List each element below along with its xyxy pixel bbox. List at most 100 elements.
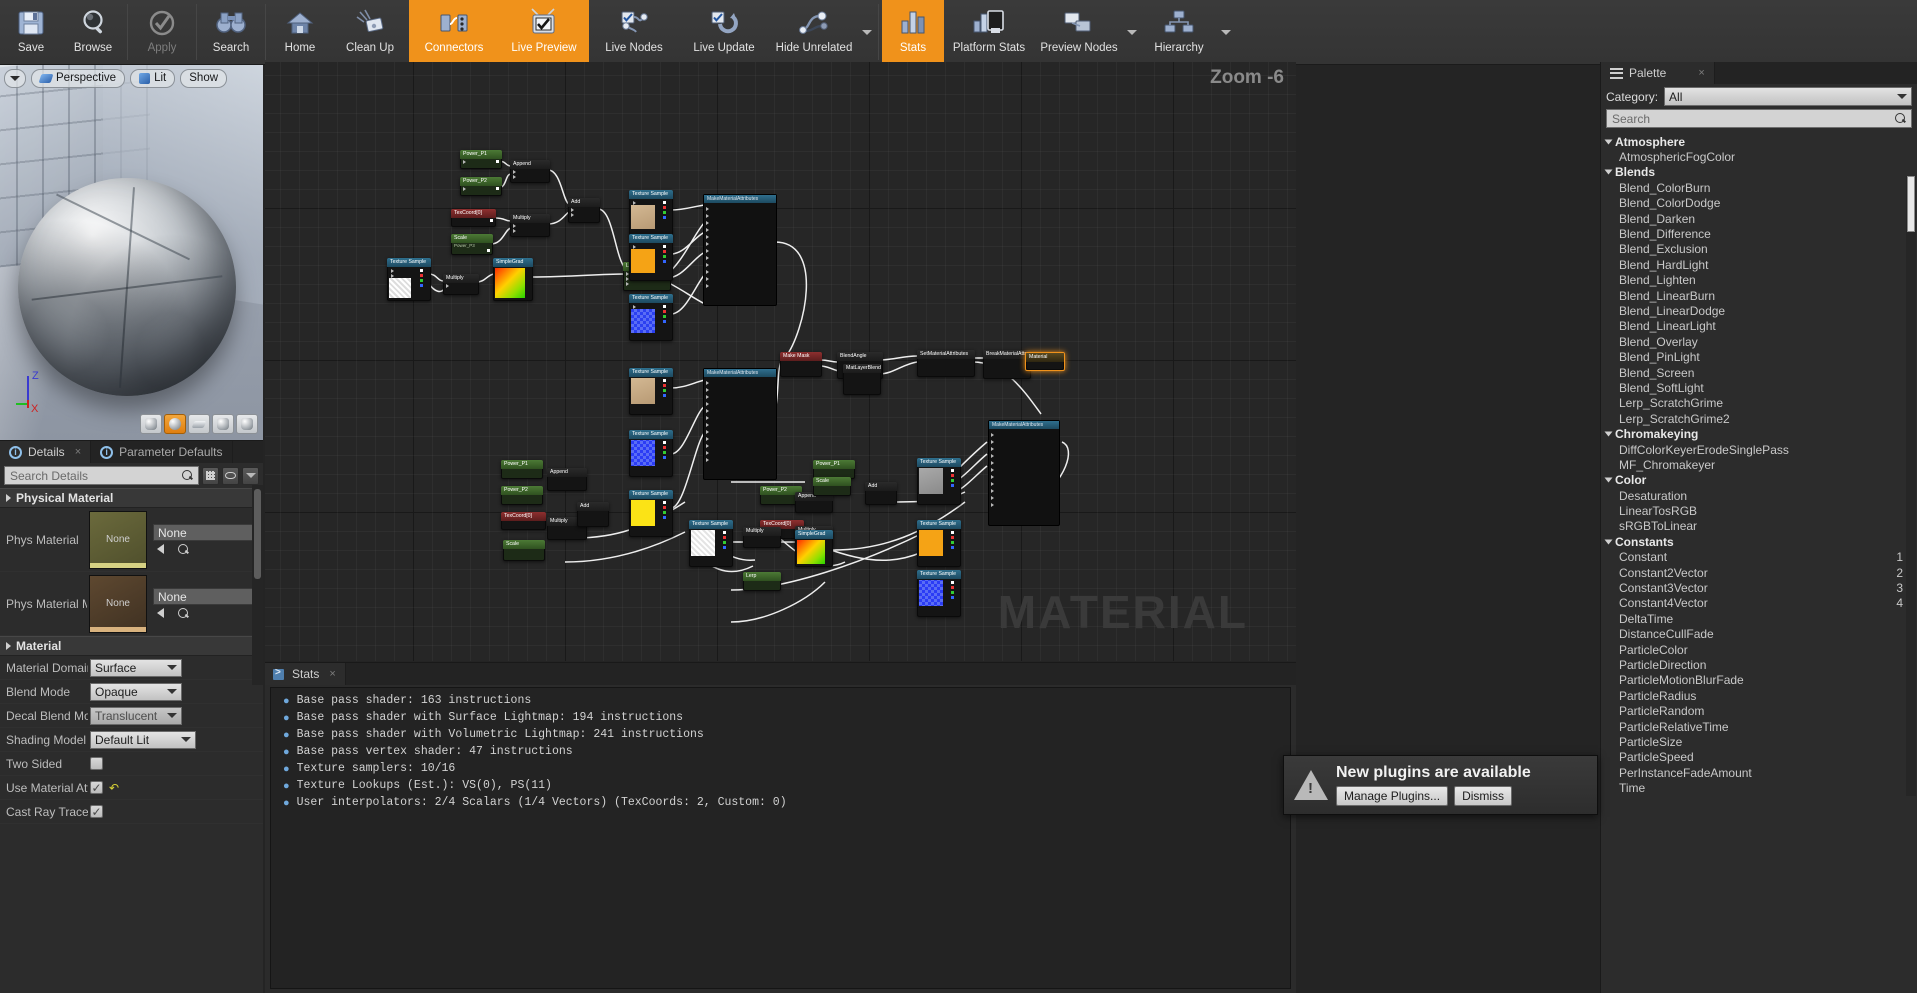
details-settings-menu[interactable] xyxy=(242,466,259,485)
preview-nodes-dropdown[interactable] xyxy=(1124,0,1140,65)
toolbar-button-clean-up[interactable]: Clean Up xyxy=(331,0,409,65)
preview-shape-plane[interactable] xyxy=(188,414,210,434)
material-preview-viewport[interactable]: Perspective Lit Show Z X xyxy=(0,65,263,440)
shading-model-dropdown[interactable]: Default Lit xyxy=(90,730,196,749)
tab-parameter-defaults[interactable]: i Parameter Defaults xyxy=(91,441,233,463)
tab-details[interactable]: i Details × xyxy=(0,441,92,463)
palette-group-atmosphere[interactable]: Atmosphere xyxy=(1601,134,1917,149)
palette-scrollbar[interactable] xyxy=(1906,176,1916,796)
graph-node[interactable]: Append xyxy=(547,468,587,491)
graph-node[interactable]: Scale xyxy=(813,477,851,496)
scrollbar-thumb[interactable] xyxy=(254,489,261,579)
graph-node[interactable]: SetMaterialAttributes xyxy=(917,350,975,377)
toolbar-button-apply[interactable]: Apply xyxy=(131,0,193,65)
preview-shape-sphere[interactable] xyxy=(164,414,186,434)
close-icon[interactable]: × xyxy=(329,668,335,680)
graph-node[interactable]: Texture Sample xyxy=(917,520,961,567)
graph-node[interactable]: Texture Sample xyxy=(387,258,431,301)
palette-item[interactable]: Constant3Vector 3 xyxy=(1601,580,1917,595)
make-material-attributes-node[interactable]: MakeMaterialAttributes xyxy=(988,420,1060,526)
graph-node[interactable]: Texture Sample xyxy=(629,368,673,415)
tab-palette[interactable]: Palette × xyxy=(1601,62,1715,84)
palette-item[interactable]: Constant4Vector 4 xyxy=(1601,596,1917,611)
graph-node[interactable]: BreakMaterialAttr xyxy=(983,350,1031,379)
palette-item[interactable]: ParticleDirection xyxy=(1601,657,1917,672)
graph-node[interactable]: Add xyxy=(568,198,600,223)
decal-blend-mode-dropdown[interactable]: Translucent xyxy=(90,706,182,725)
viewport-show-menu[interactable]: Show xyxy=(180,68,228,88)
palette-item[interactable]: Blend_Exclusion xyxy=(1601,242,1917,257)
palette-item[interactable]: Constant2Vector 2 xyxy=(1601,565,1917,580)
palette-item[interactable]: ParticleRandom xyxy=(1601,703,1917,718)
graph-node[interactable]: SimpleGrad xyxy=(795,530,833,567)
palette-item[interactable]: Blend_LinearDodge xyxy=(1601,303,1917,318)
graph-node[interactable]: Scale xyxy=(503,540,545,561)
graph-node[interactable]: Multiply xyxy=(443,274,479,295)
blend-mode-dropdown[interactable]: Opaque xyxy=(90,682,182,701)
palette-item[interactable]: ParticleRadius xyxy=(1601,688,1917,703)
palette-item[interactable]: Constant 1 xyxy=(1601,550,1917,565)
graph-node[interactable]: Texture Sample xyxy=(917,458,961,505)
toolbar-button-save[interactable]: Save xyxy=(0,0,62,65)
palette-item[interactable]: Blend_PinLight xyxy=(1601,349,1917,364)
palette-search-input[interactable]: Search xyxy=(1606,109,1912,128)
toolbar-button-platform-stats[interactable]: Platform Stats xyxy=(944,0,1034,65)
toolbar-button-live-update[interactable]: Live Update xyxy=(679,0,769,65)
palette-item[interactable]: Lerp_ScratchGrime2 xyxy=(1601,411,1917,426)
browse-to-asset-icon[interactable] xyxy=(178,544,189,555)
graph-node[interactable]: Add xyxy=(865,482,897,505)
palette-item[interactable]: ParticleSize xyxy=(1601,734,1917,749)
graph-node[interactable]: TexCoord[0] xyxy=(451,209,496,227)
palette-item[interactable]: DistanceCullFade xyxy=(1601,627,1917,642)
hierarchy-dropdown[interactable] xyxy=(1218,0,1234,65)
close-icon[interactable]: × xyxy=(75,446,81,458)
phys-material-mask-thumbnail[interactable]: None xyxy=(89,574,147,633)
details-grid-toggle[interactable] xyxy=(202,466,219,485)
palette-item[interactable]: ParticleMotionBlurFade xyxy=(1601,673,1917,688)
graph-node[interactable]: Texture Sample xyxy=(689,520,733,567)
preview-shape-custom[interactable] xyxy=(236,414,258,434)
palette-item[interactable]: Blend_Screen xyxy=(1601,365,1917,380)
scrollbar-thumb[interactable] xyxy=(1907,176,1915,232)
toolbar-button-connectors[interactable]: Connectors xyxy=(409,0,499,65)
graph-node[interactable]: Scale Power_P3 xyxy=(451,234,493,255)
palette-item[interactable]: Blend_ColorBurn xyxy=(1601,180,1917,195)
palette-item[interactable]: Blend_LinearLight xyxy=(1601,319,1917,334)
palette-item[interactable]: ParticleRelativeTime xyxy=(1601,719,1917,734)
palette-item[interactable]: Blend_Darken xyxy=(1601,211,1917,226)
palette-group-constants[interactable]: Constants xyxy=(1601,534,1917,549)
graph-node[interactable]: Lerp xyxy=(743,572,781,591)
cast-ray-traced-shadows-checkbox[interactable]: ✓ xyxy=(90,805,103,818)
graph-node[interactable]: Texture Sample xyxy=(917,570,961,617)
toolbar-button-browse[interactable]: Browse xyxy=(62,0,124,65)
palette-item[interactable]: DiffColorKeyerErodeSinglePass xyxy=(1601,442,1917,457)
toolbar-button-search[interactable]: Search xyxy=(200,0,262,65)
use-selected-asset-icon[interactable] xyxy=(157,608,164,618)
graph-node[interactable]: Texture Sample xyxy=(629,294,673,341)
palette-item[interactable]: ParticleSpeed xyxy=(1601,750,1917,765)
material-domain-dropdown[interactable]: Surface xyxy=(90,658,182,677)
palette-item[interactable]: Lerp_ScratchGrime xyxy=(1601,396,1917,411)
palette-item[interactable]: Blend_HardLight xyxy=(1601,257,1917,272)
viewport-view-mode[interactable]: Lit xyxy=(130,68,176,88)
graph-node[interactable]: Texture Sample xyxy=(629,430,673,477)
toolbar-button-preview-nodes[interactable]: Preview Nodes xyxy=(1034,0,1124,65)
toolbar-button-hide-unrelated[interactable]: Hide Unrelated xyxy=(769,0,859,65)
graph-node[interactable]: Multiply xyxy=(510,214,550,237)
phys-material-mask-asset-picker[interactable]: None xyxy=(153,588,263,605)
details-scrollbar[interactable] xyxy=(252,485,263,685)
dismiss-button[interactable]: Dismiss xyxy=(1454,786,1513,806)
palette-item[interactable]: ParticleColor xyxy=(1601,642,1917,657)
palette-category-dropdown[interactable]: All xyxy=(1664,87,1912,106)
toolbar-button-home[interactable]: Home xyxy=(269,0,331,65)
palette-item[interactable]: Blend_Lighten xyxy=(1601,273,1917,288)
palette-item[interactable]: Time xyxy=(1601,780,1917,795)
use-selected-asset-icon[interactable] xyxy=(157,544,164,554)
section-physical-material[interactable]: Physical Material xyxy=(0,488,263,508)
toolbar-button-hierarchy[interactable]: Hierarchy xyxy=(1140,0,1218,65)
viewport-camera-mode[interactable]: Perspective xyxy=(31,68,126,88)
graph-node[interactable]: SimpleGrad xyxy=(493,258,533,301)
palette-group-blends[interactable]: Blends xyxy=(1601,165,1917,180)
manage-plugins-button[interactable]: Manage Plugins... xyxy=(1336,786,1449,806)
graph-node[interactable]: Add xyxy=(577,502,609,527)
